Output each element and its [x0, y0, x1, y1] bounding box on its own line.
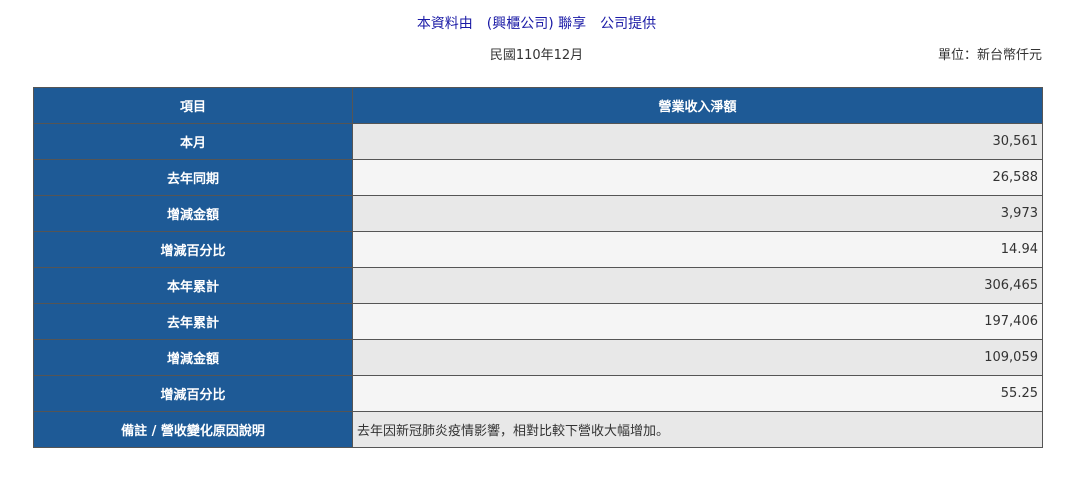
table-row: 增減金額 109,059 — [33, 339, 1043, 376]
revenue-table: 項目 營業收入淨額 本月 30,561 去年同期 26,588 增減金額 3,9… — [33, 87, 1043, 448]
column-header-revenue: 營業收入淨額 — [352, 87, 1043, 124]
row-label: 去年同期 — [33, 159, 353, 196]
row-value: 55.25 — [352, 375, 1043, 412]
report-period: 民國110年12月 — [489, 48, 584, 63]
row-label: 本月 — [33, 123, 353, 160]
currency-unit: 單位：新台幣仟元 — [937, 48, 1042, 63]
row-label: 本年累計 — [33, 267, 353, 304]
table-row: 增減金額 3,973 — [33, 195, 1043, 232]
table-header-row: 項目 營業收入淨額 — [33, 87, 1043, 124]
table-row: 增減百分比 14.94 — [33, 231, 1043, 268]
row-value: 109,059 — [352, 339, 1043, 376]
report-title: 本資料由 (興櫃公司) 聯享 公司提供 — [416, 16, 657, 32]
row-value: 30,561 — [352, 123, 1043, 160]
row-value: 14.94 — [352, 231, 1043, 268]
column-header-item: 項目 — [33, 87, 353, 124]
table-row: 本年累計 306,465 — [33, 267, 1043, 304]
row-label: 增減百分比 — [33, 375, 353, 412]
row-label: 增減金額 — [33, 195, 353, 232]
table-row: 去年累計 197,406 — [33, 303, 1043, 340]
row-value: 3,973 — [352, 195, 1043, 232]
note-text: 去年因新冠肺炎疫情影響，相對比較下營收大幅增加。 — [352, 411, 1043, 448]
row-label: 去年累計 — [33, 303, 353, 340]
table-row: 增減百分比 55.25 — [33, 375, 1043, 412]
row-value: 306,465 — [352, 267, 1043, 304]
note-row: 備註 / 營收變化原因說明 去年因新冠肺炎疫情影響，相對比較下營收大幅增加。 — [33, 411, 1043, 448]
row-value: 197,406 — [352, 303, 1043, 340]
table-row: 本月 30,561 — [33, 123, 1043, 160]
row-label: 增減百分比 — [33, 231, 353, 268]
note-label: 備註 / 營收變化原因說明 — [33, 411, 353, 448]
report-subheader: 民國110年12月 單位：新台幣仟元 — [0, 46, 1073, 66]
row-label: 增減金額 — [33, 339, 353, 376]
table-row: 去年同期 26,588 — [33, 159, 1043, 196]
report-page: 本資料由 (興櫃公司) 聯享 公司提供 民國110年12月 單位：新台幣仟元 項… — [0, 0, 1073, 477]
row-value: 26,588 — [352, 159, 1043, 196]
